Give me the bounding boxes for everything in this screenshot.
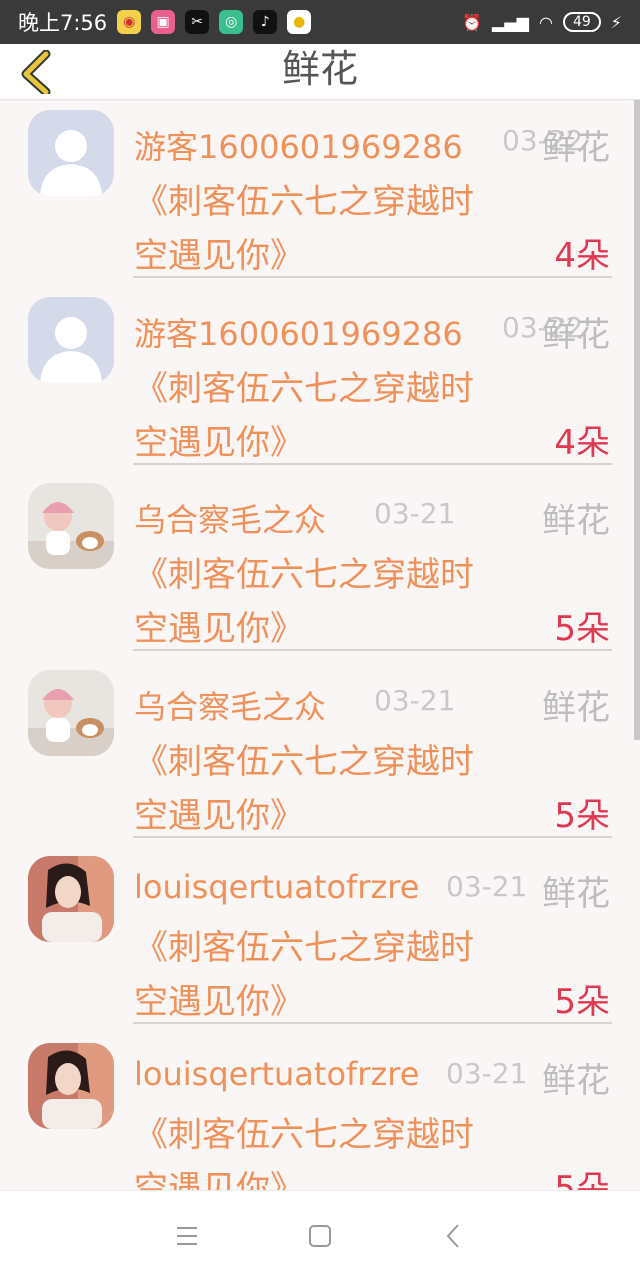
user-name: louisqertuatofrzre <box>134 868 420 906</box>
tiktok-icon: ♪ <box>253 10 278 34</box>
book-title-line2: 空遇见你》 <box>134 609 304 649</box>
capcut-icon: ✂ <box>185 10 210 34</box>
menu-icon <box>176 1226 197 1245</box>
date: 03-21 <box>446 1056 528 1090</box>
book-title-line2: 空遇见你》 <box>134 795 304 836</box>
gift-type: 鲜花 <box>542 501 610 541</box>
user-name: 游客1600601969286 <box>134 128 463 166</box>
book-title-line1: 《刺客伍六七之穿越时 <box>134 741 474 782</box>
flower-list[interactable]: 游客1600601969286 03-22 鲜花 《刺客伍六七之穿越时 空遇见你… <box>0 100 640 1190</box>
book-title-line2: 空遇见你》 <box>134 1168 304 1191</box>
flower-count: 5朵 <box>554 795 610 836</box>
status-time: 晚上7:56 <box>18 11 108 35</box>
book-title-line1: 《刺客伍六七之穿越时 <box>134 368 474 409</box>
divider <box>133 835 612 838</box>
woman-photo-avatar[interactable] <box>28 1042 114 1129</box>
list-item[interactable]: louisqertuatofrzre 03-21 鲜花 《刺客伍六七之穿越时 空… <box>0 846 640 1033</box>
charging-icon: ⚡ <box>610 12 622 32</box>
date: 03-21 <box>374 497 456 530</box>
book-title-line1: 《刺客伍六七之穿越时 <box>134 928 474 968</box>
list-item[interactable]: 游客1600601969286 03-22 鲜花 《刺客伍六七之穿越时 空遇见你… <box>0 100 640 287</box>
home-square-icon <box>308 1224 331 1247</box>
book-title-line1: 《刺客伍六七之穿越时 <box>134 182 474 222</box>
chat-icon: ● <box>287 10 312 34</box>
flower-count: 4朵 <box>554 236 610 276</box>
divider <box>133 649 612 651</box>
gift-type: 鲜花 <box>542 687 610 728</box>
default-avatar[interactable] <box>28 296 114 383</box>
date: 03-21 <box>374 683 456 717</box>
flower-count: 5朵 <box>554 982 610 1022</box>
user-name: 乌合察毛之众 <box>134 687 327 726</box>
page-title: 鲜花 <box>281 47 358 91</box>
wifi-icon: ◠ <box>538 12 553 32</box>
gift-type: 鲜花 <box>542 128 610 168</box>
flower-count: 5朵 <box>554 1168 610 1191</box>
menu-button[interactable] <box>165 1214 209 1258</box>
girl-dog-avatar[interactable] <box>28 669 114 756</box>
book-title-line1: 《刺客伍六七之穿越时 <box>134 555 474 595</box>
default-avatar[interactable] <box>28 110 114 196</box>
game-icon: ▣ <box>151 10 176 34</box>
list-item[interactable]: 乌合察毛之众 03-21 鲜花 《刺客伍六七之穿越时 空遇见你》 5朵 <box>0 473 640 660</box>
divider <box>133 462 612 465</box>
list-item[interactable]: 游客1600601969286 03-22 鲜花 《刺客伍六七之穿越时 空遇见你… <box>0 287 640 474</box>
user-name: 乌合察毛之众 <box>134 501 327 539</box>
divider <box>133 1022 612 1024</box>
book-title-line2: 空遇见你》 <box>134 422 304 463</box>
list-item[interactable]: louisqertuatofrzre 03-21 鲜花 《刺客伍六七之穿越时 空… <box>0 1033 640 1191</box>
flower-count: 4朵 <box>554 422 610 463</box>
home-button[interactable] <box>298 1214 342 1258</box>
nav-back-button[interactable] <box>431 1214 475 1258</box>
girl-dog-avatar[interactable] <box>28 483 114 569</box>
system-nav-bar <box>0 1190 640 1280</box>
gift-type: 鲜花 <box>542 1060 610 1101</box>
back-arrow-icon <box>446 1223 460 1248</box>
date: 03-21 <box>446 870 528 903</box>
gift-type: 鲜花 <box>542 874 610 914</box>
scrollbar[interactable] <box>634 100 640 740</box>
user-name: 游客1600601969286 <box>134 314 463 353</box>
divider <box>133 276 612 278</box>
list-item[interactable]: 乌合察毛之众 03-21 鲜花 《刺客伍六七之穿越时 空遇见你》 5朵 <box>0 660 640 847</box>
book-title-line2: 空遇见你》 <box>134 982 304 1022</box>
flower-count: 5朵 <box>554 609 610 649</box>
alarm-icon: ⏰ <box>462 12 483 32</box>
gift-type: 鲜花 <box>542 314 610 355</box>
woman-photo-avatar[interactable] <box>28 856 114 942</box>
podcast-icon: ◎ <box>219 10 244 34</box>
status-indicators: ⏰ ▂▄▆ ◠ 49 ⚡ <box>462 12 622 32</box>
user-name: louisqertuatofrzre <box>134 1054 420 1093</box>
status-bar: 晚上7:56 ◉ ▣ ✂ ◎ ♪ ● ⏰ ▂▄▆ ◠ 49 ⚡ <box>0 0 640 44</box>
signal-icon: ▂▄▆ <box>492 12 529 32</box>
weibo-icon: ◉ <box>117 10 142 34</box>
battery-icon: 49 <box>562 12 601 32</box>
book-title-line2: 空遇见你》 <box>134 236 304 276</box>
book-title-line1: 《刺客伍六七之穿越时 <box>134 1114 474 1155</box>
header: 鲜花 <box>0 44 640 100</box>
